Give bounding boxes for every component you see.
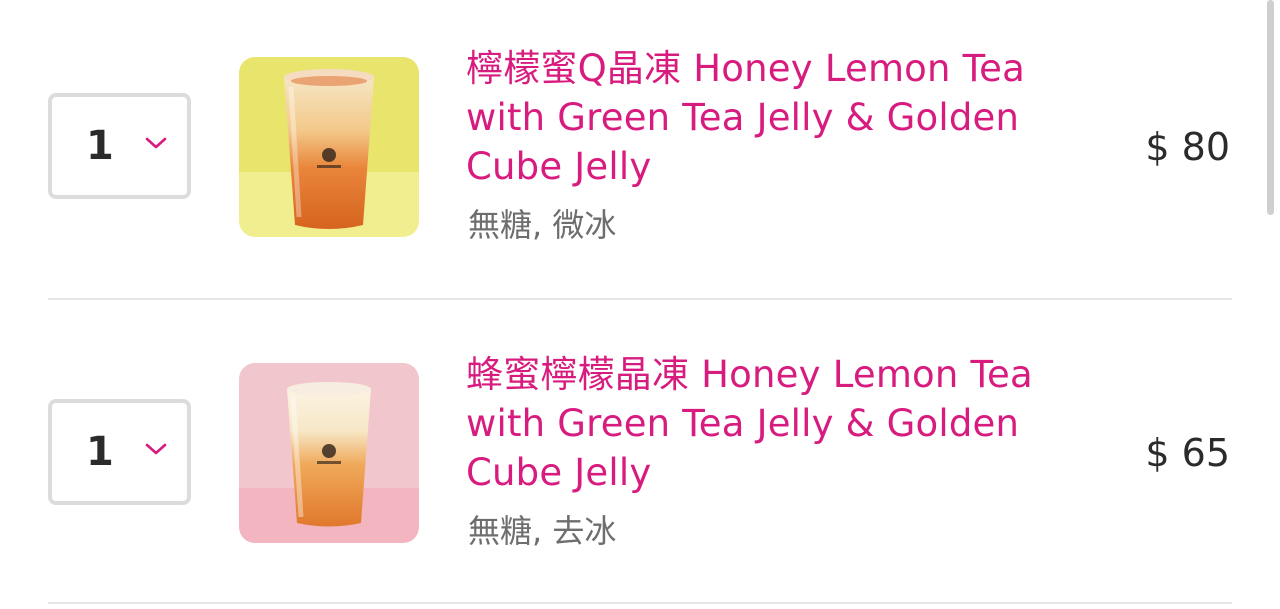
item-title[interactable]: 檸檬蜜Q晶凍 Honey Lemon Tea with Green Tea Je… (466, 44, 1106, 191)
item-price: $ 80 (1145, 125, 1230, 169)
cart-item-row: 1 (0, 0, 1280, 306)
chevron-down-icon (145, 443, 167, 455)
chevron-down-icon (145, 137, 167, 149)
item-options: 無糖, 微冰 (468, 206, 617, 244)
drink-cup-icon (239, 57, 419, 237)
quantity-value: 1 (86, 429, 114, 475)
cart-item-row: 1 (0, 306, 1280, 609)
item-title[interactable]: 蜂蜜檸檬晶凍 Honey Lemon Tea with Green Tea Je… (466, 350, 1106, 497)
drink-cup-icon (239, 363, 419, 543)
divider (48, 298, 1232, 300)
item-price: $ 65 (1145, 431, 1230, 475)
item-options: 無糖, 去冰 (468, 512, 617, 550)
divider (48, 602, 1232, 604)
quantity-select[interactable]: 1 (48, 93, 191, 199)
product-image[interactable] (239, 57, 419, 237)
product-image[interactable] (239, 363, 419, 543)
cart-page: 1 檸檬蜜Q晶凍 Honey Lemon Tea with Green Tea … (0, 0, 1280, 609)
quantity-select[interactable]: 1 (48, 399, 191, 505)
quantity-value: 1 (86, 123, 114, 169)
